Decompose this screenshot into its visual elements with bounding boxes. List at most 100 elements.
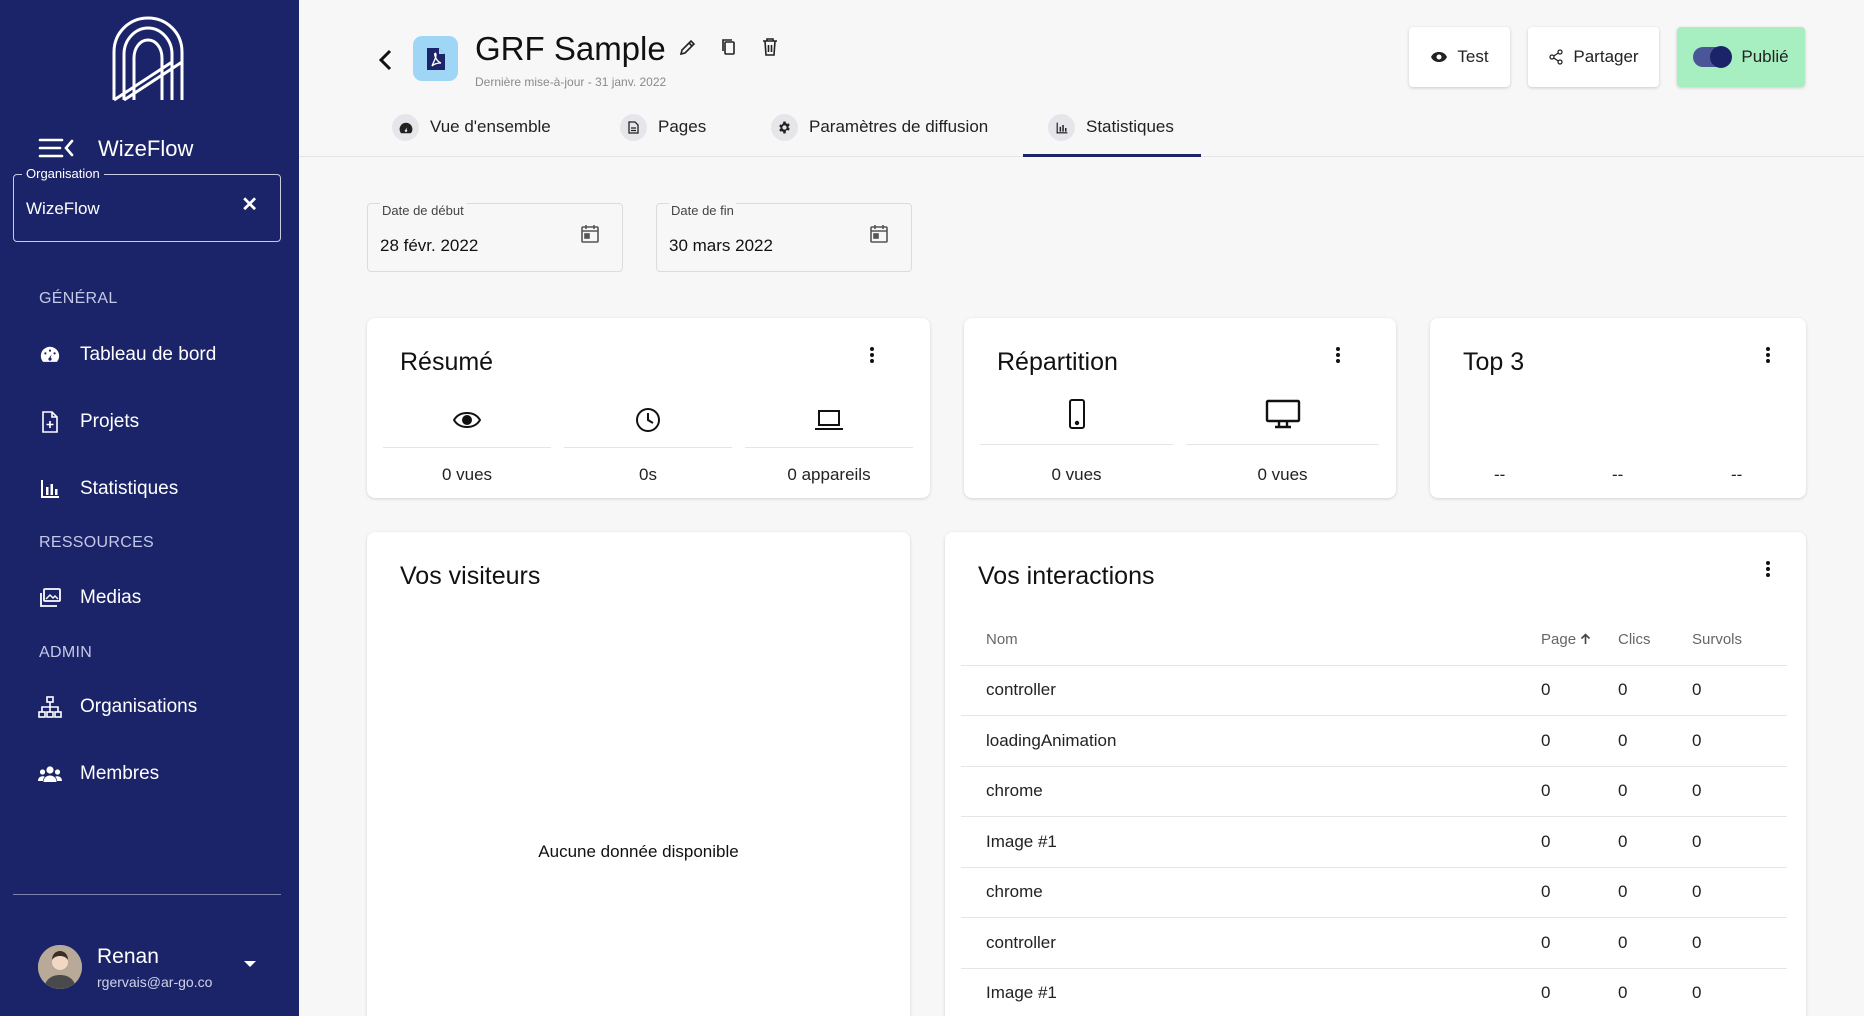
- copy-icon[interactable]: [720, 38, 738, 56]
- cell-name: loadingAnimation: [961, 715, 1541, 767]
- section-ressources: RESSOURCES: [39, 534, 155, 551]
- edit-pencil-icon[interactable]: [679, 38, 697, 56]
- test-button[interactable]: Test: [1409, 27, 1510, 87]
- desktop-monitor-icon: [1186, 396, 1379, 432]
- document-add-icon: [38, 410, 62, 434]
- column-label: Nom: [986, 630, 1018, 648]
- more-vertical-icon[interactable]: [1765, 560, 1771, 578]
- table-row[interactable]: controller 0 0 0: [961, 917, 1787, 969]
- end-date-label: Date de fin: [669, 203, 736, 218]
- tab-statistiques[interactable]: Statistiques: [1023, 114, 1201, 157]
- end-date-value: 30 mars 2022: [669, 236, 773, 255]
- share-button[interactable]: Partager: [1528, 27, 1659, 87]
- sidebar-item-label: Membres: [80, 763, 160, 784]
- cell-page: 0: [1541, 816, 1618, 868]
- cell-name: chrome: [961, 867, 1541, 918]
- page-header: GRF Sample Dernière mise-à-jour - 31 jan…: [299, 0, 1864, 157]
- cell-name: Image #1: [961, 968, 1541, 1016]
- stat-divider: [383, 447, 551, 448]
- caret-down-icon[interactable]: [243, 960, 257, 968]
- tab-label: Vue d'ensemble: [430, 117, 551, 136]
- sidebar-item-organisations[interactable]: Organisations: [38, 692, 197, 722]
- end-date-field[interactable]: Date de fin 30 mars 2022: [656, 203, 912, 272]
- column-header-nom[interactable]: Nom: [961, 614, 1541, 666]
- more-vertical-icon[interactable]: [869, 346, 875, 364]
- sidebar-item-label: Statistiques: [80, 478, 179, 499]
- back-arrow-icon[interactable]: [377, 48, 393, 72]
- top3-item: --: [1731, 465, 1743, 484]
- tab-label: Pages: [658, 117, 707, 136]
- table-row[interactable]: chrome 0 0 0: [961, 766, 1787, 817]
- views-value: 0 vues: [441, 465, 493, 484]
- menu-collapse-icon[interactable]: [38, 136, 74, 160]
- laptop-icon: [745, 402, 913, 438]
- org-chart-icon: [38, 695, 62, 719]
- sidebar-item-dashboard[interactable]: Tableau de bord: [38, 340, 216, 370]
- dashboard-icon: [38, 343, 62, 367]
- mobile-phone-icon: [980, 396, 1173, 432]
- user-name: Renan: [97, 945, 159, 968]
- clock-icon: [564, 402, 732, 438]
- cell-name: chrome: [961, 766, 1541, 817]
- tab-diffusion-settings[interactable]: Paramètres de diffusion: [771, 114, 989, 157]
- empty-state-message: Aucune donnée disponible: [538, 842, 739, 861]
- more-vertical-icon[interactable]: [1335, 346, 1341, 364]
- dashboard-icon: [392, 114, 419, 141]
- table-row[interactable]: Image #1 0 0 0: [961, 968, 1787, 1016]
- cell-name: controller: [961, 665, 1541, 716]
- column-header-survols[interactable]: Survols: [1692, 614, 1787, 666]
- cell-page: 0: [1541, 867, 1618, 918]
- column-label: Page: [1541, 630, 1577, 648]
- sidebar-item-medias[interactable]: Medias: [38, 583, 141, 613]
- toggle-switch[interactable]: [1693, 46, 1733, 68]
- share-icon: [1548, 49, 1564, 65]
- start-date-field[interactable]: Date de début 28 févr. 2022: [367, 203, 623, 272]
- eye-icon: [383, 402, 551, 438]
- sidebar-item-label: Medias: [80, 587, 142, 608]
- top3-title: Top 3: [1463, 348, 1525, 376]
- top3-item: --: [1494, 465, 1506, 484]
- cell-clics: 0: [1618, 665, 1692, 716]
- organisation-select[interactable]: Organisation WizeFlow ✕: [13, 166, 281, 242]
- organisation-value: WizeFlow: [26, 199, 100, 218]
- eye-icon: [1430, 51, 1448, 63]
- sidebar-item-projects[interactable]: Projets: [38, 407, 139, 437]
- user-email: rgervais@ar-go.co: [97, 974, 213, 990]
- tab-label: Paramètres de diffusion: [809, 117, 989, 136]
- stat-divider: [745, 447, 913, 448]
- document-icon: [620, 114, 647, 141]
- tab-pages[interactable]: Pages: [620, 114, 707, 157]
- stat-divider: [1186, 444, 1379, 445]
- mobile-views-value: 0 vues: [1051, 465, 1102, 484]
- table-row[interactable]: controller 0 0 0: [961, 665, 1787, 716]
- published-toggle[interactable]: Publié: [1677, 27, 1805, 87]
- more-vertical-icon[interactable]: [1765, 346, 1771, 364]
- page-title: GRF Sample: [475, 30, 666, 67]
- table-row[interactable]: Image #1 0 0 0: [961, 816, 1787, 868]
- calendar-icon[interactable]: [580, 224, 600, 244]
- users-icon: [38, 762, 62, 786]
- sidebar-item-label: Organisations: [80, 696, 198, 717]
- cell-clics: 0: [1618, 816, 1692, 868]
- start-date-value: 28 févr. 2022: [380, 236, 479, 255]
- sidebar-item-membres[interactable]: Membres: [38, 759, 159, 789]
- column-header-clics[interactable]: Clics: [1618, 614, 1692, 666]
- tab-overview[interactable]: Vue d'ensemble: [392, 114, 551, 157]
- interactions-table: Nom Page Clics Survols controller 0 0 0 loa…: [961, 614, 1787, 1016]
- cell-clics: 0: [1618, 715, 1692, 767]
- delete-trash-icon[interactable]: [762, 38, 778, 56]
- wizeflow-logo-icon[interactable]: [110, 16, 186, 102]
- bar-chart-icon: [1048, 114, 1075, 141]
- cell-clics: 0: [1618, 917, 1692, 969]
- time-value: 0s: [639, 465, 657, 484]
- clear-icon[interactable]: ✕: [241, 195, 258, 215]
- calendar-icon[interactable]: [869, 224, 889, 244]
- cell-page: 0: [1541, 766, 1618, 817]
- stat-divider: [564, 447, 732, 448]
- avatar[interactable]: [38, 945, 82, 989]
- column-header-page[interactable]: Page: [1541, 614, 1618, 666]
- sidebar-item-statistiques[interactable]: Statistiques: [38, 474, 178, 504]
- table-row[interactable]: loadingAnimation 0 0 0: [961, 715, 1787, 767]
- sort-arrow-up-icon: [1580, 633, 1591, 645]
- table-row[interactable]: chrome 0 0 0: [961, 867, 1787, 918]
